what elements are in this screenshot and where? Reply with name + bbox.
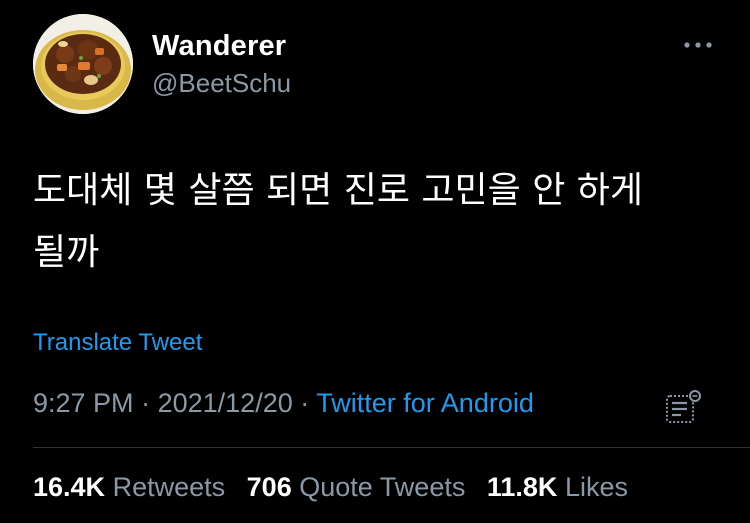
meta-separator: · — [141, 388, 151, 418]
meta-separator: · — [300, 388, 310, 418]
tweet-text-line: 도대체 몇 살쯤 되면 진로 고민을 안 하게 — [33, 170, 644, 211]
likes-label: Likes — [564, 472, 628, 502]
quote-tweets-label: Quote Tweets — [299, 472, 466, 502]
beef-stew-bowl-icon — [33, 14, 133, 114]
avatar[interactable] — [33, 14, 133, 114]
translate-tweet-link[interactable]: Translate Tweet — [33, 329, 202, 357]
retweets-stat[interactable]: 16.4K Retweets — [33, 472, 233, 502]
display-name[interactable]: Wanderer — [152, 30, 286, 63]
tweet-analytics-button[interactable] — [663, 388, 703, 426]
quote-tweets-stat[interactable]: 706 Quote Tweets — [247, 472, 473, 502]
analytics-icon — [666, 390, 701, 423]
retweets-label: Retweets — [112, 472, 226, 502]
likes-stat[interactable]: 11.8K Likes — [487, 472, 628, 502]
tweet-time[interactable]: 9:27 PM — [33, 388, 134, 418]
tweet-text: 도대체 몇 살쯤 되면 진로 고민을 안 하게 될까 — [33, 160, 723, 284]
tweet-text-line: 될까 — [33, 232, 100, 273]
more-options-button[interactable] — [680, 30, 716, 60]
tweet-date[interactable]: 2021/12/20 — [158, 388, 293, 418]
tweet-stats: 16.4K Retweets 706 Quote Tweets 11.8K Li… — [33, 472, 642, 503]
user-handle[interactable]: @BeetSchu — [152, 68, 291, 99]
quote-tweets-count: 706 — [246, 472, 292, 502]
tweet-meta: 9:27 PM · 2021/12/20 · Twitter for Andro… — [33, 388, 534, 419]
more-dots-icon — [684, 42, 712, 48]
divider — [33, 447, 750, 448]
tweet-source-link[interactable]: Twitter for Android — [316, 388, 534, 418]
likes-count: 11.8K — [486, 472, 558, 502]
retweets-count: 16.4K — [33, 472, 106, 502]
